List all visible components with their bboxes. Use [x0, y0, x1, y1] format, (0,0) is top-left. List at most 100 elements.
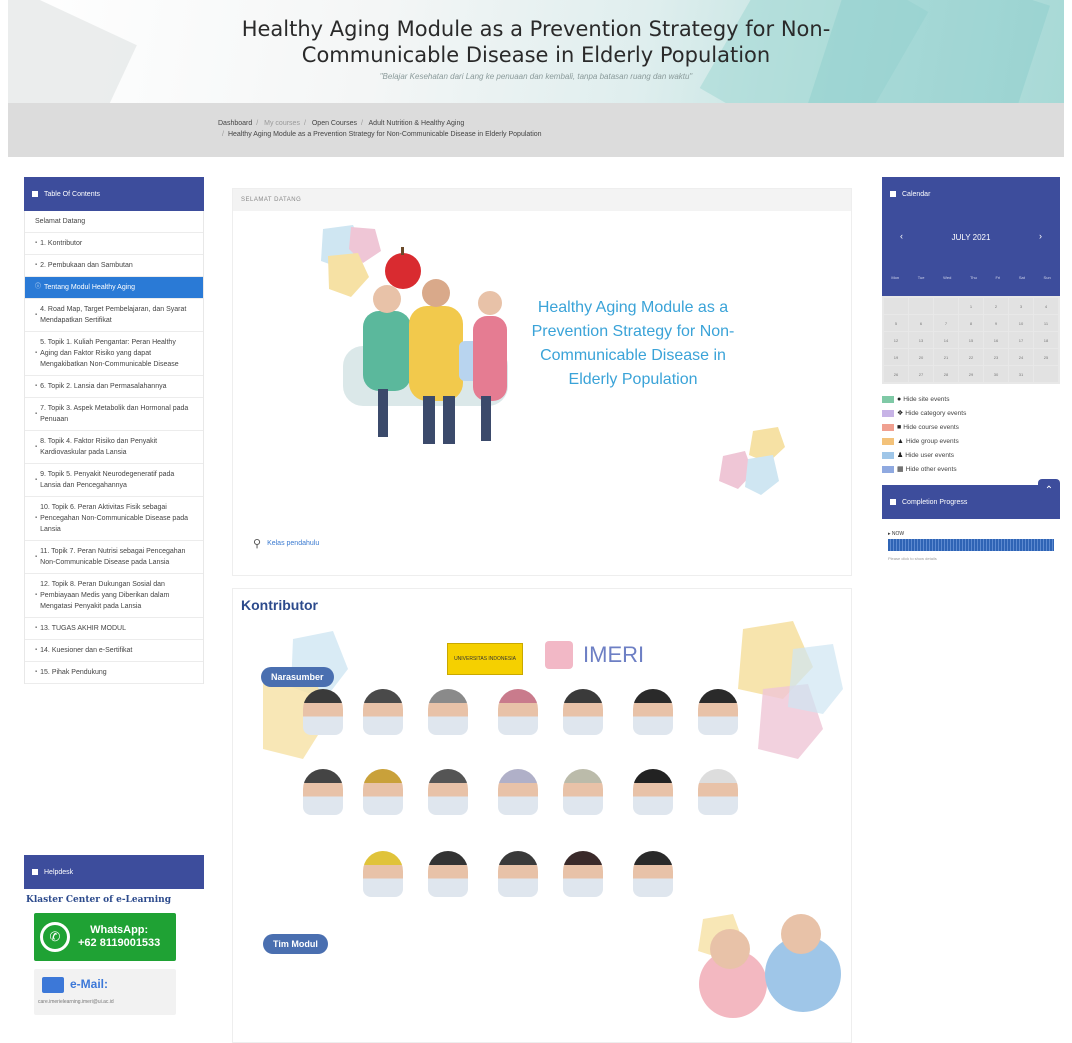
calendar-day[interactable] — [909, 298, 933, 314]
email-button[interactable]: e-Mail: care.imerielearning.imeri@ui.ac.… — [34, 969, 176, 1015]
event-filter-link[interactable]: ▦ Hide other events — [882, 462, 1060, 476]
calendar-day[interactable]: 17 — [1009, 332, 1033, 348]
calendar-day[interactable]: 27 — [909, 366, 933, 382]
toc-item[interactable]: ▪ 8. Topik 4. Faktor Risiko dan Penyakit … — [25, 431, 203, 464]
globe-icon: ● — [897, 395, 902, 403]
calendar-day[interactable] — [934, 298, 958, 314]
calendar-day[interactable]: 20 — [909, 349, 933, 365]
portrait-photo — [563, 769, 603, 815]
topic-icon: ▪ — [35, 443, 38, 450]
next-month-icon[interactable]: › — [1039, 231, 1042, 241]
whatsapp-button[interactable]: ✆ WhatsApp: +62 8119001533 — [34, 913, 176, 961]
kontributor-section: Kontributor Narasumber UNIVERSITAS INDON… — [232, 588, 852, 1043]
calendar-day[interactable] — [1034, 366, 1058, 382]
breadcrumb-open-courses[interactable]: Open Courses — [312, 120, 357, 127]
event-filter-link[interactable]: ▲ Hide group events — [882, 434, 1060, 448]
calendar-day[interactable]: 8 — [959, 315, 983, 331]
toc-item[interactable]: ▪ 10. Topik 6. Peran Aktivitas Fisik seba… — [25, 497, 203, 541]
toc-item[interactable]: ▪ 4. Road Map, Target Pembelajaran, dan S… — [25, 299, 203, 332]
toc-item-label: Selamat Datang — [35, 218, 86, 225]
event-filter-label: Hide user events — [905, 451, 955, 459]
calendar-day[interactable]: 24 — [1009, 349, 1033, 365]
toc-item[interactable]: ▪ 11. Topik 7. Peran Nutrisi sebagai Penc… — [25, 541, 203, 574]
toc-item[interactable]: ▪ 5. Topik 1. Kuliah Pengantar: Peran Hea… — [25, 332, 203, 376]
weekday-label: Mon — [891, 275, 900, 280]
toc-item[interactable]: ▪ 6. Topik 2. Lansia dan Permasalahannya — [25, 376, 203, 398]
calendar-day[interactable]: 6 — [909, 315, 933, 331]
search-link[interactable]: ⚲ Kelas pendahulu — [253, 537, 319, 550]
calendar-day[interactable]: 30 — [984, 366, 1008, 382]
calendar-day[interactable]: 28 — [934, 366, 958, 382]
toc-item[interactable]: ▪ 7. Topik 3. Aspek Metabolik dan Hormona… — [25, 398, 203, 431]
block-icon — [32, 191, 38, 197]
breadcrumb-dashboard[interactable]: Dashboard — [218, 120, 252, 127]
toc-item[interactable]: ▪ 2. Pembukaan dan Sambutan — [25, 255, 203, 277]
calendar-icon: ▦ — [897, 466, 904, 473]
calendar-day[interactable]: 1 — [959, 298, 983, 314]
calendar-day[interactable]: 9 — [984, 315, 1008, 331]
helpdesk-block: Helpdesk Klaster Center of e-Learning ✆ … — [24, 855, 204, 1015]
tim-modul-label: Tim Modul — [263, 934, 328, 954]
calendar-day[interactable]: 14 — [934, 332, 958, 348]
contributor-portrait — [488, 769, 548, 815]
toc-item[interactable]: ▪ 13. TUGAS AKHIR MODUL — [25, 618, 203, 640]
toc-item[interactable]: ▪ 14. Kuesioner dan e-Sertifikat — [25, 640, 203, 662]
weekday-label: Sat — [1018, 275, 1025, 280]
contributor-portrait — [353, 769, 413, 815]
calendar-day[interactable]: 19 — [884, 349, 908, 365]
contributor-portrait — [553, 689, 613, 735]
calendar-day[interactable]: 12 — [884, 332, 908, 348]
calendar-day[interactable]: 15 — [959, 332, 983, 348]
event-filter-label: Hide course events — [903, 423, 959, 431]
calendar-day[interactable]: 7 — [934, 315, 958, 331]
contributor-portrait — [418, 851, 478, 897]
breadcrumb-category[interactable]: Adult Nutrition & Healthy Aging — [369, 120, 465, 127]
portrait-photo — [428, 769, 468, 815]
calendar-day[interactable]: 10 — [1009, 315, 1033, 331]
calendar-day[interactable]: 13 — [909, 332, 933, 348]
calendar-day[interactable]: 29 — [959, 366, 983, 382]
toc-item[interactable]: ▪ 12. Topik 8. Peran Dukungan Sosial dan … — [25, 574, 203, 618]
completion-title: Completion Progress — [902, 498, 968, 506]
toc-item[interactable]: ▪ 15. Pihak Pendukung — [25, 662, 203, 684]
user-icon: ♟ — [897, 452, 904, 459]
calendar-day[interactable]: 3 — [1009, 298, 1033, 314]
breadcrumb-bar: Dashboard / My courses / Open Courses / Adu… — [8, 103, 1064, 157]
chevron-up-icon[interactable]: ⌃ — [1038, 479, 1060, 501]
calendar-day[interactable]: 25 — [1034, 349, 1058, 365]
toc-item[interactable]: Selamat Datang — [25, 211, 203, 233]
calendar-day[interactable]: 18 — [1034, 332, 1058, 348]
calendar-day[interactable]: 4 — [1034, 298, 1058, 314]
event-filter-link[interactable]: ■ Hide course events — [882, 420, 1060, 434]
topic-icon: ▪ — [35, 383, 38, 389]
toc-list: Selamat Datang ▪ 1. Kontributor ▪ 2. Pembuka… — [24, 211, 204, 684]
calendar-day[interactable]: 5 — [884, 315, 908, 331]
calendar-day[interactable]: 16 — [984, 332, 1008, 348]
breadcrumb-my-courses[interactable]: My courses — [264, 120, 300, 127]
breadcrumb-current[interactable]: Healthy Aging Module as a Prevention Str… — [228, 131, 542, 138]
calendar-day[interactable]: 22 — [959, 349, 983, 365]
toc-item[interactable]: ⓘ Tentang Modul Healthy Aging — [25, 277, 203, 299]
progress-bar[interactable] — [888, 539, 1054, 551]
whatsapp-number: +62 8119001533 — [78, 937, 161, 949]
portrait-photo — [303, 689, 343, 735]
calendar-day[interactable]: 26 — [884, 366, 908, 382]
event-filter-link[interactable]: ♟ Hide user events — [882, 448, 1060, 462]
calendar-day[interactable]: 11 — [1034, 315, 1058, 331]
calendar-day[interactable]: 23 — [984, 349, 1008, 365]
calendar-day[interactable]: 2 — [984, 298, 1008, 314]
toc-item[interactable]: ▪ 1. Kontributor — [25, 233, 203, 255]
calendar-day[interactable]: 21 — [934, 349, 958, 365]
calendar-event-filters: ● Hide site events ❖ Hide category events ■ H… — [882, 392, 1060, 476]
event-filter-link[interactable]: ● Hide site events — [882, 392, 1060, 406]
contributor-portrait — [353, 689, 413, 735]
contributor-portrait — [623, 851, 683, 897]
calendar-day[interactable] — [884, 298, 908, 314]
toc-item[interactable]: ▪ 9. Topik 5. Penyakit Neurodegeneratif p… — [25, 464, 203, 497]
section-label: SELAMAT DATANG — [233, 189, 851, 211]
category-icon: ❖ — [897, 410, 904, 417]
event-filter-link[interactable]: ❖ Hide category events — [882, 406, 1060, 420]
imeri-logo-text: IMERI — [583, 642, 645, 667]
calendar-day[interactable]: 31 — [1009, 366, 1033, 382]
kontributor-background — [263, 621, 843, 1018]
